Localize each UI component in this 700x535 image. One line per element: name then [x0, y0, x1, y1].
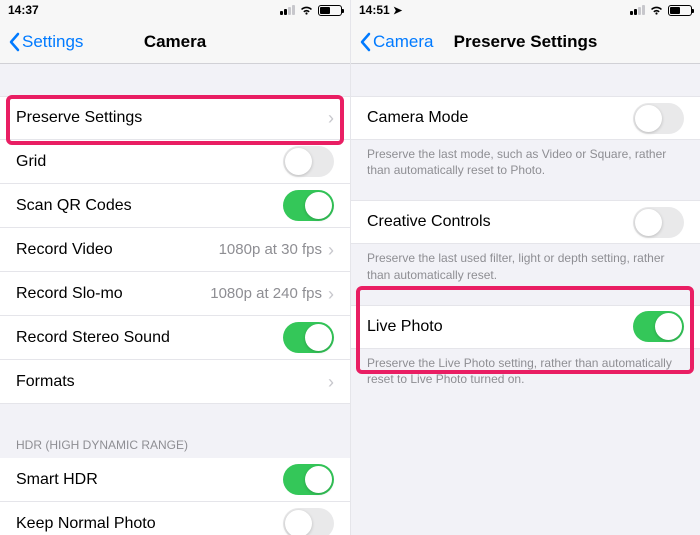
row-label: Record Stereo Sound: [16, 329, 283, 347]
stereo-toggle[interactable]: [283, 322, 334, 353]
wifi-icon: [299, 5, 314, 16]
row-formats[interactable]: Formats ›: [0, 360, 350, 404]
row-smart-hdr[interactable]: Smart HDR: [0, 458, 350, 502]
settings-group-main: Preserve Settings › Grid Scan QR Codes R…: [0, 96, 350, 404]
group-header: HDR (HIGH DYNAMIC RANGE): [0, 432, 350, 458]
row-camera-mode[interactable]: Camera Mode: [351, 96, 700, 140]
status-bar: 14:51 ➤: [351, 0, 700, 20]
smart-hdr-toggle[interactable]: [283, 464, 334, 495]
row-scan-qr[interactable]: Scan QR Codes: [0, 184, 350, 228]
row-live-photo[interactable]: Live Photo: [351, 305, 700, 349]
row-label: Grid: [16, 153, 283, 171]
content: Camera Mode Preserve the last mode, such…: [351, 64, 700, 535]
back-button[interactable]: Settings: [8, 32, 83, 52]
creative-controls-toggle[interactable]: [633, 207, 684, 238]
signal-icon: [280, 5, 295, 15]
back-button[interactable]: Camera: [359, 32, 433, 52]
grid-toggle[interactable]: [283, 146, 334, 177]
chevron-right-icon: ›: [328, 285, 334, 303]
row-label: Live Photo: [367, 318, 633, 336]
back-label: Settings: [22, 32, 83, 52]
row-record-slomo[interactable]: Record Slo-mo 1080p at 240 fps ›: [0, 272, 350, 316]
row-label: Preserve Settings: [16, 109, 328, 127]
live-photo-toggle[interactable]: [633, 311, 684, 342]
row-label: Record Video: [16, 241, 219, 259]
status-indicators: [526, 5, 693, 16]
row-label: Smart HDR: [16, 471, 283, 489]
wifi-icon: [649, 5, 664, 16]
preserve-settings-screen: 14:51 ➤ Camera Preserve Settings Camera …: [350, 0, 700, 535]
status-time: 14:51 ➤: [359, 3, 526, 17]
row-record-video[interactable]: Record Video 1080p at 30 fps ›: [0, 228, 350, 272]
row-label: Creative Controls: [367, 213, 633, 231]
group-live-photo: Live Photo Preserve the Live Photo setti…: [351, 305, 700, 391]
status-indicators: [175, 5, 342, 16]
row-label: Keep Normal Photo: [16, 515, 283, 533]
row-label: Record Slo-mo: [16, 285, 210, 303]
group-footer: Preserve the last used filter, light or …: [351, 244, 700, 286]
content: Preserve Settings › Grid Scan QR Codes R…: [0, 64, 350, 535]
back-label: Camera: [373, 32, 433, 52]
row-label: Formats: [16, 373, 328, 391]
keep-normal-toggle[interactable]: [283, 508, 334, 535]
row-creative-controls[interactable]: Creative Controls: [351, 200, 700, 244]
group-creative-controls: Creative Controls Preserve the last used…: [351, 200, 700, 286]
row-label: Camera Mode: [367, 109, 633, 127]
group-camera-mode: Camera Mode Preserve the last mode, such…: [351, 96, 700, 182]
signal-icon: [630, 5, 645, 15]
group-footer: Preserve the Live Photo setting, rather …: [351, 349, 700, 391]
location-icon: ➤: [393, 5, 402, 17]
battery-icon: [318, 5, 342, 16]
chevron-right-icon: ›: [328, 241, 334, 259]
status-bar: 14:37: [0, 0, 350, 20]
row-preserve-settings[interactable]: Preserve Settings ›: [0, 96, 350, 140]
chevron-left-icon: [359, 32, 371, 52]
row-detail: 1080p at 30 fps: [219, 241, 322, 258]
settings-group-hdr: HDR (HIGH DYNAMIC RANGE) Smart HDR Keep …: [0, 432, 350, 535]
group-footer: Preserve the last mode, such as Video or…: [351, 140, 700, 182]
nav-bar: Camera Preserve Settings: [351, 20, 700, 64]
nav-bar: Settings Camera: [0, 20, 350, 64]
chevron-right-icon: ›: [328, 109, 334, 127]
chevron-right-icon: ›: [328, 373, 334, 391]
row-grid[interactable]: Grid: [0, 140, 350, 184]
battery-icon: [668, 5, 692, 16]
camera-settings-screen: 14:37 Settings Camera Preserve Settings …: [0, 0, 350, 535]
row-stereo-sound[interactable]: Record Stereo Sound: [0, 316, 350, 360]
status-time: 14:37: [8, 3, 175, 17]
row-detail: 1080p at 240 fps: [210, 285, 322, 302]
row-keep-normal[interactable]: Keep Normal Photo: [0, 502, 350, 535]
camera-mode-toggle[interactable]: [633, 103, 684, 134]
chevron-left-icon: [8, 32, 20, 52]
row-label: Scan QR Codes: [16, 197, 283, 215]
scan-qr-toggle[interactable]: [283, 190, 334, 221]
